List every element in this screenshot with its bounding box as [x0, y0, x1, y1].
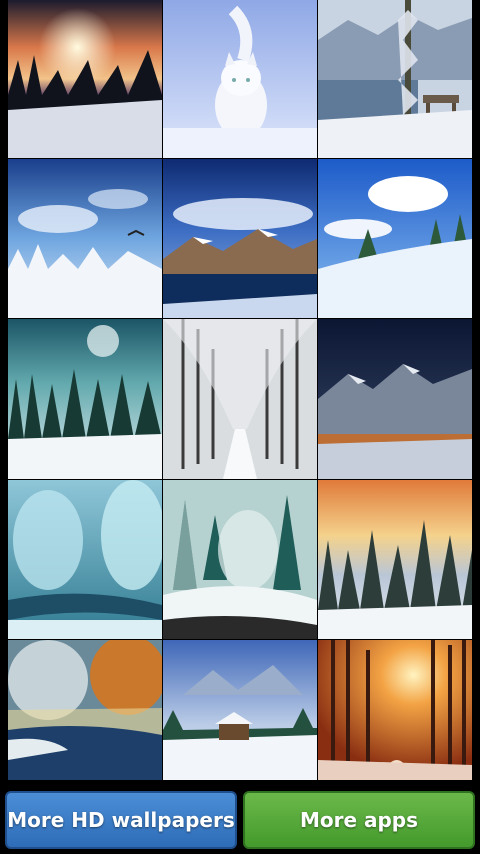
screen: More HD wallpapers More apps: [0, 0, 480, 854]
wallpaper-thumbnail[interactable]: [163, 0, 317, 158]
moon-forest-image: [8, 319, 162, 479]
wallpaper-thumbnail[interactable]: [8, 480, 162, 639]
mountain-lake-image: [163, 159, 317, 318]
night-mountains-image: [318, 319, 472, 479]
wallpaper-thumbnail[interactable]: [8, 319, 162, 479]
wallpaper-thumbnail[interactable]: [8, 640, 162, 780]
wallpaper-thumbnail[interactable]: [318, 480, 472, 639]
cabin-valley-image: [163, 640, 317, 780]
bottom-button-bar: More HD wallpapers More apps: [0, 784, 480, 854]
wallpaper-thumbnail[interactable]: [318, 319, 472, 479]
snowy-forest-bird-image: [8, 159, 162, 318]
sunrise-pines-image: [318, 480, 472, 639]
more-hd-wallpapers-button[interactable]: More HD wallpapers: [5, 791, 237, 849]
wallpaper-thumbnail[interactable]: [318, 640, 472, 780]
wallpaper-thumbnail[interactable]: [163, 159, 317, 318]
wallpaper-thumbnail[interactable]: [318, 159, 472, 318]
wallpaper-thumbnail[interactable]: [163, 640, 317, 780]
winter-sunset-image: [8, 0, 162, 158]
wallpaper-thumbnail[interactable]: [318, 0, 472, 158]
wallpaper-thumbnail[interactable]: [8, 0, 162, 158]
more-apps-button[interactable]: More apps: [243, 791, 475, 849]
autumn-stream-image: [8, 640, 162, 780]
wallpaper-thumbnail[interactable]: [8, 159, 162, 318]
wallpaper-grid: [8, 0, 472, 782]
wallpaper-thumbnail[interactable]: [163, 319, 317, 479]
orange-sun-forest-image: [318, 640, 472, 780]
snowy-pines-image: [163, 480, 317, 639]
lake-bench-image: [318, 0, 472, 158]
wallpaper-thumbnail[interactable]: [163, 480, 317, 639]
tree-alley-image: [163, 319, 317, 479]
white-cat-image: [163, 0, 317, 158]
frozen-river-image: [8, 480, 162, 639]
snowy-hill-image: [318, 159, 472, 318]
